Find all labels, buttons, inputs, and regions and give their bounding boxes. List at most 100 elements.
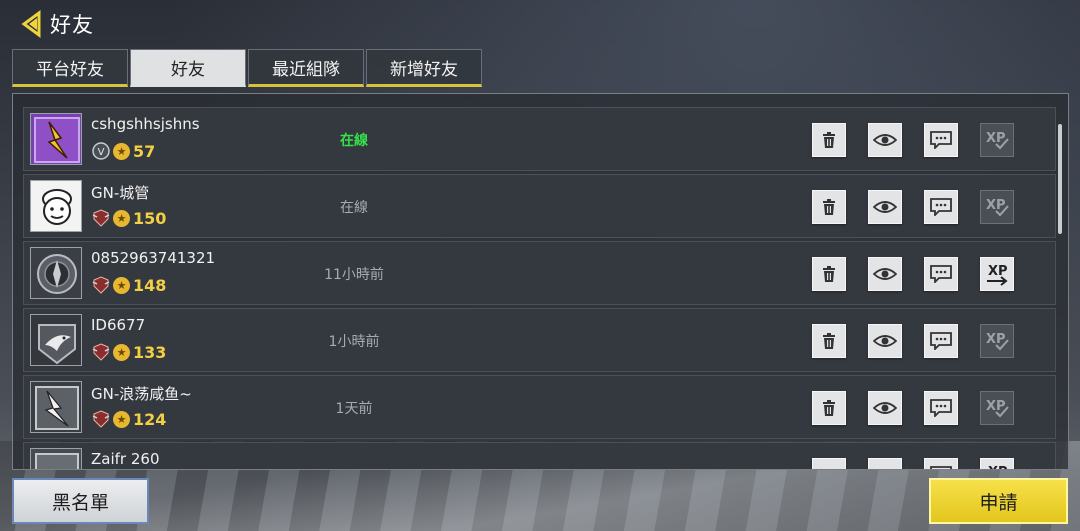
xp-check-icon: XP [986, 399, 1009, 418]
chat-button[interactable] [924, 391, 958, 425]
star-icon: ★ [113, 142, 130, 160]
delete-button[interactable] [812, 257, 846, 291]
shark-emblem-icon [31, 315, 81, 365]
friend-row[interactable]: GN-浪荡咸鱼~ ★ 124 1天前 XP [23, 375, 1056, 439]
chat-button[interactable] [924, 324, 958, 358]
level-badge: ★ 148 [92, 275, 166, 295]
delete-button[interactable] [812, 458, 846, 470]
level-badge: V ★ 57 [92, 141, 155, 161]
friend-row[interactable]: GN-城管 ★ 150 在線 XP [23, 174, 1056, 238]
xp-check-icon: XP [986, 198, 1009, 217]
star-icon: ★ [113, 276, 130, 294]
eye-icon [873, 467, 897, 470]
chat-bubble-icon [930, 399, 952, 417]
svg-text:XP: XP [988, 465, 1008, 470]
eye-icon [873, 134, 897, 146]
xp-share-button[interactable]: XP [980, 324, 1014, 358]
lightning-emblem-icon [31, 382, 81, 432]
friend-row[interactable]: ID6677 ★ 133 1小時前 XP [23, 308, 1056, 372]
xp-check-icon: XP [986, 131, 1009, 150]
friend-row[interactable]: 0852963741321 ★ 148 11小時前 XP [23, 241, 1056, 305]
star-icon: ★ [113, 343, 130, 361]
friend-name: GN-城管 [91, 184, 150, 202]
status-text: 在線 [340, 200, 368, 216]
tab-recent-squad[interactable]: 最近組隊 [248, 49, 364, 87]
view-profile-button[interactable] [868, 324, 902, 358]
avatar [30, 113, 82, 165]
avatar [30, 448, 82, 469]
friend-name: ID6677 [91, 316, 146, 334]
avatar [30, 381, 82, 433]
trash-icon [820, 466, 838, 470]
eye-icon [873, 201, 897, 213]
trash-icon [823, 132, 835, 148]
view-profile-button[interactable] [868, 190, 902, 224]
friend-name: cshgshhsjshns [91, 115, 200, 133]
level-value: 150 [133, 208, 167, 228]
compass-emblem-icon [31, 248, 81, 298]
tab-platform-friends[interactable]: 平台好友 [12, 49, 128, 87]
chat-bubble-icon [930, 131, 952, 149]
delete-button[interactable] [812, 123, 846, 157]
status-text: 1小時前 [328, 334, 380, 350]
view-profile-button[interactable] [868, 391, 902, 425]
chat-button[interactable] [924, 190, 958, 224]
level-badge: ★ 124 [92, 409, 166, 429]
tab-friends[interactable]: 好友 [130, 49, 246, 87]
avatar [30, 247, 82, 299]
chat-button[interactable] [924, 458, 958, 469]
star-icon: ★ [113, 209, 130, 227]
friend-list[interactable]: cshgshhsjshns V ★ 57 在線 XP GN-城管 ★ 150 在… [12, 93, 1069, 470]
delete-button[interactable] [812, 324, 846, 358]
xp-send-icon: XP [988, 465, 1008, 470]
view-profile-button[interactable] [868, 257, 902, 291]
blacklist-button[interactable]: 黑名單 [12, 478, 149, 524]
trash-icon [823, 266, 835, 282]
level-value: 133 [133, 342, 167, 362]
friend-row[interactable]: Zaifr 260 XP [23, 442, 1056, 470]
xp-share-button[interactable]: XP [980, 123, 1014, 157]
xp-share-button[interactable]: XP [980, 391, 1014, 425]
view-profile-button[interactable] [868, 458, 902, 470]
avatar [30, 180, 82, 232]
level-value: 124 [133, 409, 167, 429]
back-button[interactable] [18, 9, 48, 39]
friend-name: GN-浪荡咸鱼~ [91, 385, 192, 403]
eye-icon [873, 335, 897, 347]
status-text: 1天前 [335, 401, 373, 417]
header: 好友 [18, 8, 94, 40]
delete-button[interactable] [812, 190, 846, 224]
avatar [30, 314, 82, 366]
chat-button[interactable] [924, 257, 958, 291]
rank-icon: V [92, 142, 110, 160]
apply-button[interactable]: 申請 [929, 478, 1068, 524]
rank-icon [92, 276, 110, 294]
chat-bubble-icon [930, 466, 952, 469]
chat-bubble-icon [930, 198, 952, 216]
delete-button[interactable] [812, 391, 846, 425]
svg-text:XP: XP [988, 264, 1008, 279]
xp-share-button[interactable]: XP [980, 190, 1014, 224]
trash-icon [823, 199, 835, 215]
level-value: 148 [133, 275, 167, 295]
view-profile-button[interactable] [868, 123, 902, 157]
back-arrow-icon [21, 10, 41, 38]
tab-add-friend[interactable]: 新增好友 [366, 49, 482, 87]
friend-row[interactable]: cshgshhsjshns V ★ 57 在線 XP [23, 107, 1056, 171]
scrollbar[interactable] [1058, 124, 1062, 234]
status-text: 在線 [340, 133, 368, 149]
level-badge: ★ 150 [92, 208, 166, 228]
xp-send-icon: XP [987, 264, 1008, 286]
status-text: 11小時前 [324, 267, 384, 283]
eye-icon [873, 268, 897, 280]
xp-check-icon: XP [986, 332, 1009, 351]
chat-button[interactable] [924, 123, 958, 157]
star-icon: ★ [113, 410, 130, 428]
xp-share-button[interactable]: XP [980, 257, 1014, 291]
friend-name: Zaifr 260 [91, 450, 160, 468]
chat-bubble-icon [930, 265, 952, 283]
xp-share-button[interactable]: XP [980, 458, 1014, 470]
eye-icon [873, 402, 897, 414]
chat-bubble-icon [930, 332, 952, 350]
rank-icon [92, 209, 110, 227]
